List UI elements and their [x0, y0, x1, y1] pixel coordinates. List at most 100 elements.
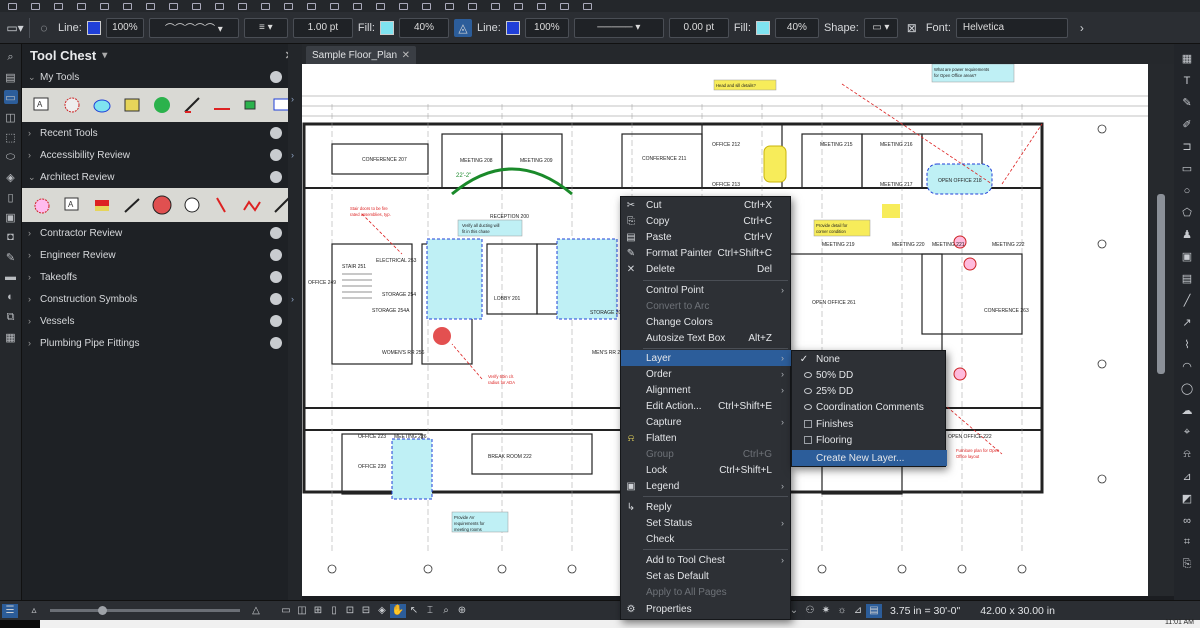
sync-icon[interactable]: ⊟ — [358, 604, 374, 618]
line-icon[interactable]: ╱ — [1179, 292, 1195, 309]
shape-dropdown[interactable]: ▭ ▾ — [863, 17, 898, 38]
line-style-dropdown[interactable]: ⌒⌒⌒⌒⌒ ▾ — [148, 17, 239, 38]
triangle-small-icon[interactable]: ▵ — [26, 604, 42, 618]
fill-bucket-icon[interactable]: ◬ — [453, 18, 472, 37]
link-icon[interactable] — [514, 2, 523, 10]
menu-item-set-as-default[interactable]: Set as Default — [621, 568, 792, 584]
paste-icon[interactable] — [215, 2, 224, 10]
start-button[interactable] — [0, 620, 40, 628]
measure-icon[interactable]: ⌖ — [1179, 424, 1195, 441]
menu-item-add-to-tool-chest[interactable]: Add to Tool Chest › — [621, 552, 792, 568]
font-dropdown[interactable]: Helvetica — [955, 17, 1068, 38]
settings-icon[interactable] — [560, 2, 569, 10]
rectangle-tool[interactable] — [240, 93, 264, 117]
tag-icon[interactable]: ⬭ — [4, 150, 18, 164]
clip-icon[interactable]: ⌗ — [1179, 534, 1195, 551]
single-page-icon[interactable]: ▭ — [278, 604, 294, 618]
cut-icon[interactable] — [169, 2, 178, 10]
polygon-cloud-tool[interactable] — [180, 193, 204, 217]
style-dropdown-icon[interactable]: ▭▾ — [6, 19, 24, 37]
sun-icon[interactable]: ☼ — [834, 604, 850, 618]
grid-icon[interactable]: ▦ — [1179, 50, 1195, 67]
menu-item-autosize-text-box[interactable]: Autosize Text Box Alt+Z — [621, 330, 792, 346]
triangle-large-icon[interactable]: △ — [248, 604, 264, 618]
close-icon[interactable]: ✕ — [402, 50, 410, 61]
vertical-scrollbar[interactable] — [1148, 64, 1174, 596]
cloud-shape-icon[interactable]: ◌ — [35, 19, 53, 37]
menu-item-set-status[interactable]: Set Status › — [621, 515, 792, 531]
gear-icon[interactable] — [270, 293, 282, 305]
menu-item-layer[interactable]: Layer › — [621, 350, 792, 366]
text-icon[interactable] — [445, 2, 454, 10]
line-color-swatch[interactable] — [86, 20, 101, 35]
tool-chest-icon[interactable]: ▭ — [3, 90, 18, 104]
scale-readout[interactable]: 3.75 in = 30'-0" — [890, 605, 960, 617]
menu-item-capture[interactable]: Capture › — [621, 414, 792, 430]
menu-item-edit-action[interactable]: Edit Action... Ctrl+Shift+E — [621, 398, 792, 414]
chevron-right-icon[interactable]: › — [1073, 19, 1091, 37]
chevron-right-icon[interactable]: › — [291, 150, 294, 160]
signatures-icon[interactable]: ▣ — [4, 210, 18, 224]
links-icon[interactable]: ⧉ — [4, 310, 18, 324]
zoom-icon[interactable]: ⌕ — [438, 604, 454, 618]
menu-item-paste[interactable]: ▤ Paste Ctrl+V — [621, 229, 792, 245]
gear-icon[interactable]: ✷ — [818, 604, 834, 618]
sign-icon[interactable] — [422, 2, 431, 10]
section-accessibility-review[interactable]: › Accessibility Review — [22, 144, 302, 166]
polyline-icon[interactable]: ⌇ — [1179, 336, 1195, 353]
help-icon[interactable] — [583, 2, 592, 10]
highlight-icon[interactable] — [468, 2, 477, 10]
layer-option-25-dd[interactable]: 25% DD — [792, 383, 947, 399]
rectangle-icon[interactable]: ▭ — [1179, 160, 1195, 177]
measure-icon[interactable] — [330, 2, 339, 10]
section-vessels[interactable]: › Vessels — [22, 310, 302, 332]
highlight-tool[interactable] — [120, 93, 144, 117]
sheet-icon[interactable]: ▤ — [1179, 270, 1195, 287]
menu-item-delete[interactable]: ✕ Delete Del — [621, 261, 792, 277]
menu-item-change-colors[interactable]: Change Colors — [621, 314, 792, 330]
save-icon[interactable] — [54, 2, 63, 10]
flatten-icon[interactable] — [537, 2, 546, 10]
menu-item-order[interactable]: Order › — [621, 366, 792, 382]
line-width-field[interactable]: 1.00 pt — [292, 17, 353, 38]
layer-option-finishes[interactable]: Finishes — [792, 416, 947, 432]
gear-icon[interactable] — [270, 227, 282, 239]
leader-tool[interactable] — [120, 193, 144, 217]
text-box-icon[interactable]: ⊠ — [903, 19, 921, 37]
compare-icon[interactable] — [376, 2, 385, 10]
measurements-icon[interactable]: ✎ — [4, 250, 18, 264]
select-icon[interactable]: ↖ — [406, 604, 422, 618]
dimension-tool[interactable] — [240, 193, 264, 217]
circle-tool[interactable] — [150, 193, 174, 217]
menu-item-properties[interactable]: ⚙ Properties — [621, 601, 792, 617]
thumbnails-icon[interactable]: ▤ — [4, 70, 18, 84]
menu-item-control-point[interactable]: Control Point › — [621, 282, 792, 298]
section-engineer-review[interactable]: › Engineer Review — [22, 244, 302, 266]
page-icon[interactable]: ▯ — [326, 604, 342, 618]
layers-icon[interactable] — [353, 2, 362, 10]
gear-icon[interactable] — [270, 337, 282, 349]
section-takeoffs[interactable]: › Takeoffs — [22, 266, 302, 288]
sets-icon[interactable]: ▬ — [4, 270, 18, 284]
section-recent-tools[interactable]: › Recent Tools — [22, 122, 302, 144]
open-icon[interactable] — [31, 2, 40, 10]
scroll-thumb[interactable] — [1157, 194, 1165, 374]
forms-icon[interactable]: ▦ — [4, 330, 18, 344]
fill2-color-swatch[interactable] — [755, 20, 770, 35]
highlighter-icon[interactable]: ✎ — [1179, 94, 1195, 111]
gear-icon[interactable] — [270, 71, 282, 83]
fill-opacity-field[interactable]: 40% — [398, 17, 449, 38]
marker-tool[interactable] — [210, 193, 234, 217]
fill2-opacity-field[interactable]: 40% — [774, 17, 819, 38]
section-plumbing-pipe-fittings[interactable]: › Plumbing Pipe Fittings — [22, 332, 302, 354]
cloud-plus-tool[interactable] — [90, 93, 114, 117]
dimension-icon[interactable]: ⊿ — [1179, 468, 1195, 485]
layers-icon[interactable]: ◈ — [4, 170, 18, 184]
document-icon[interactable]: ▤ — [866, 603, 882, 618]
chevron-right-icon[interactable]: › — [291, 294, 294, 304]
stamp-icon[interactable] — [399, 2, 408, 10]
fill-color-swatch[interactable] — [379, 20, 394, 35]
callout-icon[interactable]: ⊐ — [1179, 138, 1195, 155]
section-contractor-review[interactable]: › Contractor Review — [22, 222, 302, 244]
green-cloud-tool[interactable] — [150, 93, 174, 117]
